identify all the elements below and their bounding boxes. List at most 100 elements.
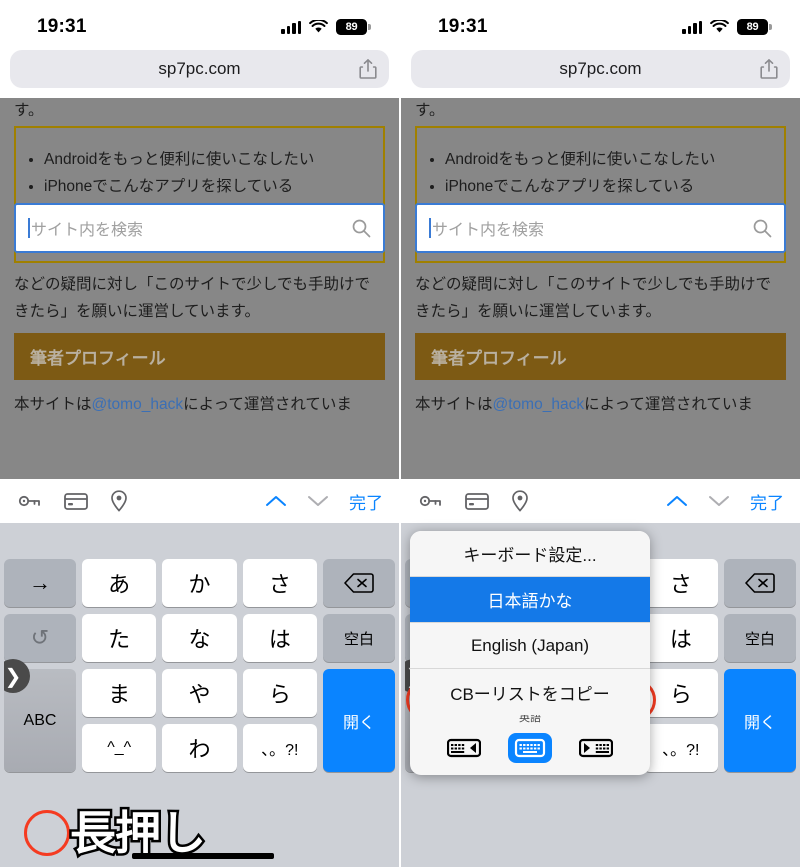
key-kana[interactable]: は <box>242 614 317 662</box>
key-arrow-right[interactable]: → <box>4 559 76 607</box>
right-screen: 19:31 89 sp7pc.com す。 • Androidをもっと便利に使い… <box>401 0 800 867</box>
key-kana[interactable]: な <box>162 614 237 662</box>
keyboard-grid: → ↺ ❯ ABC あ た ま ^_^ か <box>0 559 399 772</box>
key-delete[interactable] <box>724 559 796 607</box>
site-search-input[interactable]: サイト内を検索 <box>14 203 385 253</box>
wifi-icon <box>710 20 729 33</box>
key-kana[interactable]: さ <box>242 559 317 607</box>
key-kana[interactable]: た <box>82 614 157 662</box>
done-button[interactable]: 完了 <box>750 489 784 514</box>
done-button[interactable]: 完了 <box>349 489 383 514</box>
key-space[interactable]: 空白 <box>724 614 796 662</box>
partial-text-top: す。 <box>415 102 445 116</box>
status-clock: 19:31 <box>37 16 87 37</box>
keyboard-dock-left-button[interactable] <box>442 733 486 763</box>
status-indicators: 89 <box>281 19 371 35</box>
footer-text-before: 本サイトは <box>14 396 92 414</box>
key-kana[interactable]: わ <box>162 724 237 772</box>
keyboard-float-center-button[interactable] <box>508 733 552 763</box>
popup-item-keyboard-settings[interactable]: キーボード設定... <box>410 531 650 577</box>
location-pin-icon[interactable] <box>511 490 529 512</box>
chevron-up-icon[interactable] <box>265 494 287 508</box>
key-kana[interactable]: ^_^ <box>82 724 157 772</box>
battery-indicator: 89 <box>336 19 371 35</box>
popup-item-english-japan[interactable]: English (Japan) <box>410 623 650 669</box>
url-bar[interactable]: sp7pc.com <box>411 50 790 88</box>
bullet-list: Androidをもっと便利に使いこなしたい iPhoneでこんなアプリを探してい… <box>417 128 784 200</box>
chevron-down-icon[interactable] <box>708 494 730 508</box>
url-bar[interactable]: sp7pc.com <box>10 50 389 88</box>
key-kana[interactable]: か <box>162 559 237 607</box>
list-item: iPhoneでこんなアプリを探している <box>445 173 774 200</box>
status-clock: 19:31 <box>438 16 488 37</box>
site-search-input[interactable]: サイト内を検索 <box>415 203 786 253</box>
key-enter-open[interactable]: 開く <box>323 669 395 772</box>
footer-link[interactable]: @tomo_hack <box>92 396 184 413</box>
key-enter-open[interactable]: 開く <box>724 669 796 772</box>
share-icon[interactable] <box>760 59 778 79</box>
keyboard-accessory-bar: 完了 <box>0 479 399 523</box>
keyboard-selection-popup: キーボード設定... 日本語かな English (Japan) CBーリストを… <box>410 531 650 775</box>
footer-link[interactable]: @tomo_hack <box>493 396 585 413</box>
paragraph-text: などの疑問に対し「このサイトで少しでも手助けできたら」を願いに運営しています。 <box>14 276 371 321</box>
keyboard-dock-right-button[interactable] <box>574 733 618 763</box>
key-kana[interactable]: や <box>162 669 237 717</box>
list-item: iPhoneでこんなアプリを探している <box>44 173 373 200</box>
accessory-right-controls: 完了 <box>265 489 383 514</box>
status-bar: 19:31 89 <box>0 0 399 46</box>
key-icon[interactable] <box>419 491 443 511</box>
popup-item-cb-copy-list[interactable]: CBーリストをコピー <box>410 669 650 715</box>
cellular-bars-icon <box>682 20 702 34</box>
kana-column-2: か な や わ <box>162 559 237 772</box>
partial-text-top: す。 <box>14 102 44 116</box>
footer-credit-line: 本サイトは@tomo_hackによって運営されていま <box>0 380 399 414</box>
chevron-up-icon[interactable] <box>666 494 688 508</box>
search-placeholder: サイト内を検索 <box>432 222 545 239</box>
key-kana[interactable]: ま <box>82 669 157 717</box>
key-punctuation[interactable]: 、。?! <box>242 724 317 772</box>
battery-indicator: 89 <box>737 19 772 35</box>
profile-heading-text: 筆者プロフィール <box>431 349 567 369</box>
key-kana[interactable]: は <box>643 614 718 662</box>
keyboard-right-column: 空白 開く <box>323 559 395 772</box>
keyboard-dock-left-icon <box>447 738 481 758</box>
key-kana[interactable]: さ <box>643 559 718 607</box>
location-pin-icon[interactable] <box>110 490 128 512</box>
status-indicators: 89 <box>682 19 772 35</box>
url-bar-container: sp7pc.com <box>401 46 800 98</box>
keyboard-bottom-bar <box>401 845 800 867</box>
credit-card-icon[interactable] <box>64 492 88 510</box>
share-icon[interactable] <box>359 59 377 79</box>
url-text: sp7pc.com <box>559 59 642 78</box>
credit-card-icon[interactable] <box>465 492 489 510</box>
screenshot-pair: 19:31 89 sp7pc.com す。 • Androidをもっと便利に使い… <box>0 0 800 867</box>
cta-box: Androidをもっと便利に使いこなしたい iPhoneでこんなアプリを探してい… <box>415 126 786 263</box>
cta-box: Androidをもっと便利に使いこなしたい iPhoneでこんなアプリを探してい… <box>14 126 385 263</box>
footer-text-after: によって運営されていま <box>584 396 753 414</box>
search-placeholder: サイト内を検索 <box>31 222 144 239</box>
list-item: Androidをもっと便利に使いこなしたい <box>445 146 774 173</box>
key-abc-switch[interactable]: ❯ ABC <box>4 659 76 772</box>
key-delete[interactable] <box>323 559 395 607</box>
key-icon[interactable] <box>18 491 42 511</box>
chevron-down-icon[interactable] <box>307 494 329 508</box>
footer-credit-line: 本サイトは@tomo_hackによって運営されていま <box>401 380 800 414</box>
key-punctuation[interactable]: 、。?! <box>643 724 718 772</box>
key-kana[interactable]: あ <box>82 559 157 607</box>
kana-column-1: あ た ま ^_^ <box>82 559 157 772</box>
url-text: sp7pc.com <box>158 59 241 78</box>
delete-key-icon <box>745 573 775 593</box>
magnifier-icon[interactable] <box>351 218 371 238</box>
key-undo[interactable]: ↺ <box>4 614 76 662</box>
key-space[interactable]: 空白 <box>323 614 395 662</box>
kana-column-3: さ は ら 、。?! <box>242 559 317 772</box>
footer-text-after: によって運営されていま <box>183 396 352 414</box>
text-caret <box>28 218 30 238</box>
popup-item-japanese-kana[interactable]: 日本語かな <box>410 577 650 623</box>
key-kana[interactable]: ら <box>643 669 718 717</box>
key-abc-label: ABC <box>23 711 57 729</box>
magnifier-icon[interactable] <box>752 218 772 238</box>
keyboard-accessory-bar: 完了 <box>401 479 800 523</box>
key-kana[interactable]: ら <box>242 669 317 717</box>
wifi-icon <box>309 20 328 33</box>
